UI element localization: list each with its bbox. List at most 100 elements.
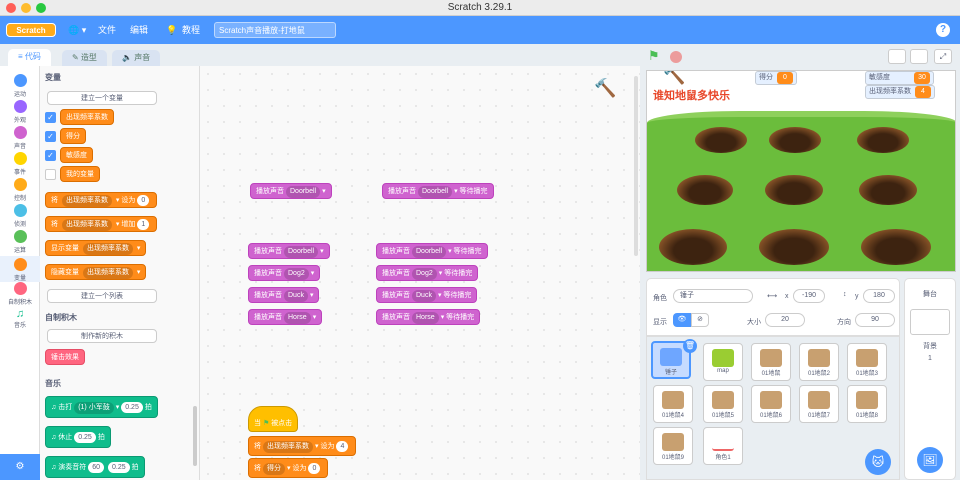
when-flag-clicked-block[interactable]: 当 ⚑ 被点击 xyxy=(248,406,299,432)
make-block-button[interactable]: 制作新的积木 xyxy=(47,329,157,343)
play-sound-until-done-block[interactable]: 播放声音 Doorbell ▾ 等待播完 xyxy=(376,243,488,259)
category-events[interactable]: 事件 xyxy=(0,152,40,176)
play-sound-until-done-block[interactable]: 播放声音 Duck ▾ 等待播完 xyxy=(376,287,478,303)
globe-icon[interactable]: 🌐 ▾ xyxy=(68,16,86,44)
sprite-tile[interactable]: 01地鼠8 xyxy=(847,385,887,423)
script-area[interactable]: 🔨 播放声音 Doorbell ▾ 播放声音 Doorbell ▾ 等待播完 播放声音 D… xyxy=(200,66,824,480)
menu-file[interactable]: 文件 xyxy=(98,16,116,44)
var-reporter[interactable]: 得分 xyxy=(60,128,86,144)
direction-label: 方向 xyxy=(837,319,851,326)
music-note-icon: ♫ xyxy=(15,308,25,320)
script-scrollbar[interactable] xyxy=(634,76,638,256)
make-list-button[interactable]: 建立一个列表 xyxy=(47,289,157,303)
add-sprite-icon[interactable]: 🐱 xyxy=(865,449,891,475)
mole-icon xyxy=(808,349,830,367)
category-sound[interactable]: 声音 xyxy=(0,126,40,150)
play-drum-block[interactable]: ♫ 击打 (1) 小军鼓 ▾ 0.25 拍 xyxy=(45,396,158,418)
var-checkbox[interactable] xyxy=(45,169,56,180)
sprite-tile[interactable]: 01地鼠2 xyxy=(799,343,839,381)
scratch-logo[interactable]: Scratch xyxy=(6,23,56,37)
window-title: Scratch 3.29.1 xyxy=(447,2,513,13)
fullscreen-icon[interactable]: ⤢ xyxy=(934,49,952,64)
sprite-name-input[interactable]: 锤子 xyxy=(673,289,753,303)
hide-variable-block[interactable]: 隐藏变量 出现频率系数 ▾ xyxy=(45,264,147,280)
trash-icon[interactable]: 🗑 xyxy=(683,339,697,353)
code-icon: ≡ xyxy=(18,52,25,61)
sprite-tile[interactable]: map xyxy=(703,343,743,381)
category-operators[interactable]: 运算 xyxy=(0,230,40,254)
sprite-tile[interactable]: 01地鼠5 xyxy=(703,385,743,423)
sprite-tile[interactable]: 角色1 xyxy=(703,427,743,465)
play-sound-block[interactable]: 播放声音 Doorbell ▾ xyxy=(250,183,332,199)
help-icon[interactable]: ? xyxy=(936,23,950,37)
menu-tutorials[interactable]: 教程 xyxy=(182,16,200,44)
large-stage-icon[interactable] xyxy=(910,49,928,64)
add-backdrop-icon[interactable]: 🖼 xyxy=(917,447,943,473)
monitor-score: 得分 0 xyxy=(755,71,797,85)
rest-block[interactable]: ♫ 休止 0.25 拍 xyxy=(45,426,111,448)
var-reporter[interactable]: 我的变量 xyxy=(60,166,100,182)
x-input[interactable]: -190 xyxy=(793,289,825,303)
play-sound-until-done-block[interactable]: 播放声音 Dog2 ▾ 等待播完 xyxy=(376,265,479,281)
play-sound-block[interactable]: 播放声音 Doorbell ▾ xyxy=(248,243,330,259)
play-sound-block[interactable]: 播放声音 Dog2 ▾ xyxy=(248,265,321,281)
var-reporter[interactable]: 出现频率系数 xyxy=(60,109,114,125)
set-variable-block[interactable]: 将得分 ▾ 设为 0 xyxy=(248,458,329,478)
show-variable-block[interactable]: 显示变量 出现频率系数 ▾ xyxy=(45,240,147,256)
category-motion[interactable]: 运动 xyxy=(0,74,40,98)
category-sensing[interactable]: 侦测 xyxy=(0,204,40,228)
size-input[interactable]: 20 xyxy=(765,313,805,327)
set-variable-block[interactable]: 将出现频率系数 ▾ 设为 4 xyxy=(248,436,357,456)
close-icon[interactable] xyxy=(6,3,16,13)
var-reporter[interactable]: 敏感度 xyxy=(60,147,93,163)
tab-costumes[interactable]: ✎ 造型 xyxy=(62,50,107,66)
minimize-icon[interactable] xyxy=(21,3,31,13)
category-variables[interactable]: 变量 xyxy=(0,256,40,282)
var-checkbox[interactable]: ✓ xyxy=(45,112,56,123)
category-myblocks[interactable]: 自制积木 xyxy=(0,282,40,306)
play-sound-until-done-block[interactable]: 播放声音 Horse ▾ 等待播完 xyxy=(376,309,481,325)
menu-bar: Scratch 🌐 ▾ 文件 编辑 💡 教程 Scratch声音播放-打地鼠 ? xyxy=(0,16,960,44)
palette-scrollbar[interactable] xyxy=(193,406,197,466)
set-variable-block[interactable]: 将 出现频率系数 ▾ 设为 0 xyxy=(45,192,158,208)
change-variable-block[interactable]: 将 出现频率系数 ▾ 增加 1 xyxy=(45,216,158,232)
project-title-input[interactable]: Scratch声音播放-打地鼠 xyxy=(214,22,336,38)
maximize-icon[interactable] xyxy=(36,3,46,13)
sprite-tile[interactable]: 01地鼠6 xyxy=(751,385,791,423)
category-music[interactable]: ♫ 音乐 xyxy=(0,308,40,329)
eye-closed-icon[interactable]: ⊘ xyxy=(691,313,709,327)
hammer-icon: 🔨 xyxy=(663,70,686,85)
extension-button[interactable]: ⚙ xyxy=(0,454,40,480)
stage-canvas[interactable]: 谁知地鼠多快乐 🔨 得分 0 敏感度 30 出现频率系数 4 xyxy=(646,70,956,272)
stage-pane[interactable]: 舞台 背景 1 🖼 xyxy=(904,278,956,480)
sprite-tile[interactable]: 01地鼠4 xyxy=(653,385,693,423)
sprite-tile[interactable]: 01地鼠 xyxy=(751,343,791,381)
direction-input[interactable]: 90 xyxy=(855,313,895,327)
backdrop-thumbnail[interactable] xyxy=(910,309,950,335)
mole-icon xyxy=(856,391,878,409)
play-sound-block[interactable]: 播放声音 Duck ▾ xyxy=(248,287,320,303)
sprite-tile[interactable]: 01地鼠7 xyxy=(799,385,839,423)
text-sprite-icon xyxy=(712,433,734,451)
green-flag-icon[interactable]: ⚑ xyxy=(648,48,660,64)
var-checkbox[interactable]: ✓ xyxy=(45,131,56,142)
category-control[interactable]: 控制 xyxy=(0,178,40,202)
small-stage-icon[interactable] xyxy=(888,49,906,64)
menu-edit[interactable]: 编辑 xyxy=(130,16,148,44)
lightbulb-icon[interactable]: 💡 xyxy=(166,16,177,44)
eye-icon[interactable]: 👁 xyxy=(673,313,691,327)
play-sound-block[interactable]: 播放声音 Horse ▾ xyxy=(248,309,323,325)
tab-code[interactable]: ≡ 代码 xyxy=(8,49,51,66)
sprite-tile[interactable]: 01地鼠9 xyxy=(653,427,693,465)
play-note-block[interactable]: ♫ 演奏音符 60 0.25 拍 xyxy=(45,456,145,478)
category-looks[interactable]: 外观 xyxy=(0,100,40,124)
var-checkbox[interactable]: ✓ xyxy=(45,150,56,161)
play-sound-until-done-block[interactable]: 播放声音 Doorbell ▾ 等待播完 xyxy=(382,183,494,199)
sprite-tile[interactable]: 01地鼠3 xyxy=(847,343,887,381)
tab-sounds[interactable]: 🔈 声音 xyxy=(112,50,161,66)
scratch-window: Scratch 3.29.1 Scratch 🌐 ▾ 文件 编辑 💡 教程 Sc… xyxy=(0,0,960,480)
custom-block[interactable]: 锤击效果 xyxy=(45,349,85,365)
stop-icon[interactable] xyxy=(670,51,682,63)
make-variable-button[interactable]: 建立一个变量 xyxy=(47,91,157,105)
y-input[interactable]: 180 xyxy=(863,289,895,303)
